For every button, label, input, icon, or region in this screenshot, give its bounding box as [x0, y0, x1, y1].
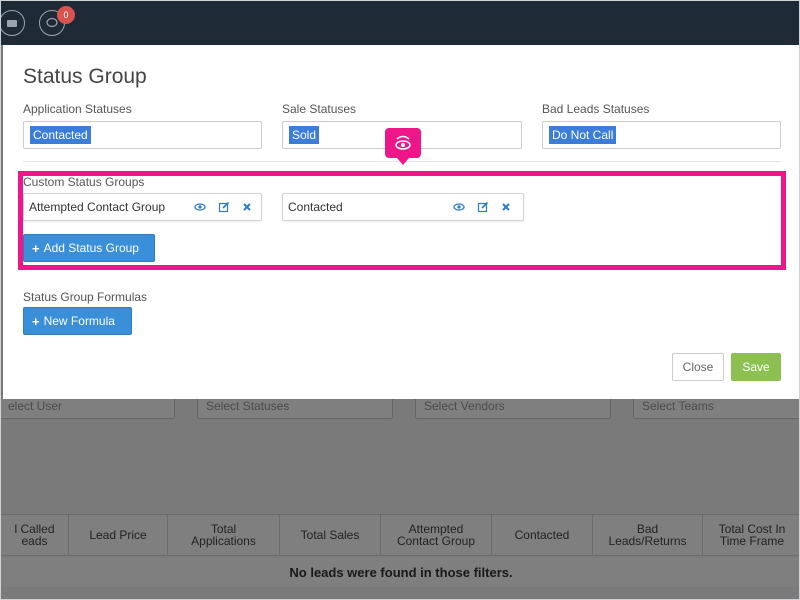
top-nav-bar: 0	[1, 1, 799, 45]
save-button[interactable]: Save	[731, 353, 781, 381]
bad-leads-statuses-field[interactable]: Do Not Call	[542, 121, 781, 149]
close-button[interactable]: Close	[672, 353, 724, 381]
bad-leads-statuses-label: Bad Leads Statuses	[542, 102, 650, 116]
app-frame: 0 elect User Select Statuses Select Vend…	[0, 0, 800, 600]
status-group-modal: Status Group Application Statuses Contac…	[3, 45, 799, 399]
status-tag[interactable]: Sold	[289, 126, 320, 144]
highlight-view-icon	[385, 128, 421, 165]
highlight-frame	[18, 171, 786, 270]
modal-title: Status Group	[23, 65, 147, 88]
application-statuses-label: Application Statuses	[23, 102, 132, 116]
status-tag[interactable]: Contacted	[30, 126, 91, 144]
notification-badge: 0	[57, 6, 75, 24]
inbox-icon[interactable]	[1, 10, 25, 36]
status-tag[interactable]: Do Not Call	[549, 126, 617, 144]
new-formula-button[interactable]: + New Formula	[23, 307, 132, 335]
application-statuses-field[interactable]: Contacted	[23, 121, 262, 149]
plus-icon: +	[32, 313, 40, 329]
sale-statuses-label: Sale Statuses	[282, 102, 357, 116]
status-group-formulas-label: Status Group Formulas	[23, 290, 148, 304]
